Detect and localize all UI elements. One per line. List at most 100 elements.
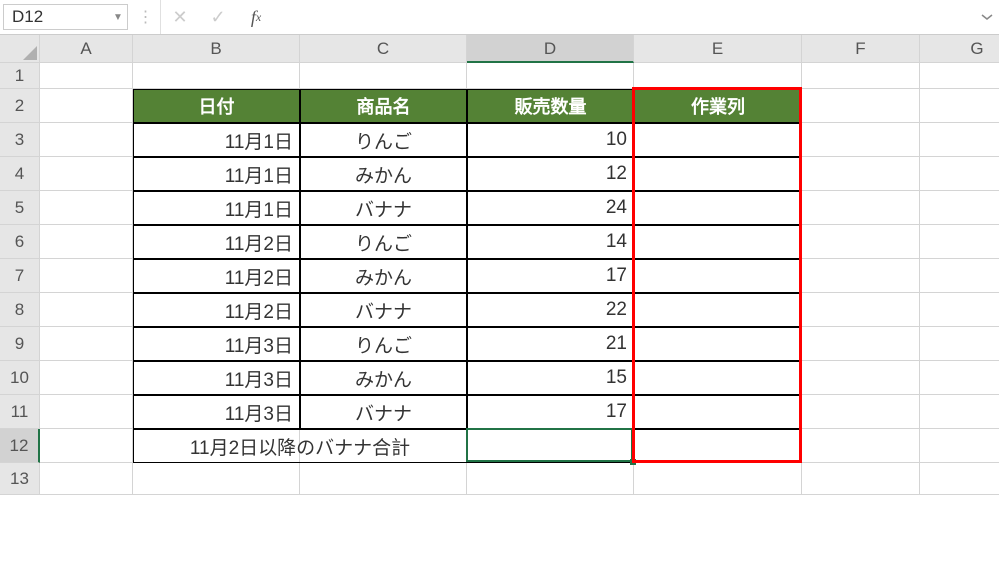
cell-product[interactable]: りんご <box>300 123 467 157</box>
row-header-10[interactable]: 10 <box>0 361 40 395</box>
cell[interactable] <box>920 123 999 157</box>
row-header-9[interactable]: 9 <box>0 327 40 361</box>
cell[interactable] <box>40 463 133 495</box>
cell-work[interactable] <box>634 327 802 361</box>
cell-date[interactable]: 11月2日 <box>133 225 300 259</box>
cell[interactable] <box>802 225 920 259</box>
cell[interactable] <box>467 463 634 495</box>
cell[interactable] <box>920 327 999 361</box>
cell-date[interactable]: 11月3日 <box>133 395 300 429</box>
cell[interactable] <box>40 293 133 327</box>
formula-input[interactable] <box>275 0 975 34</box>
cell[interactable] <box>802 293 920 327</box>
cell[interactable] <box>40 361 133 395</box>
cell-date[interactable]: 11月2日 <box>133 293 300 327</box>
fx-button[interactable]: fx <box>237 0 275 34</box>
name-box-container[interactable]: D12 ▼ <box>3 4 128 30</box>
column-header-g[interactable]: G <box>920 35 999 63</box>
row-header-12[interactable]: 12 <box>0 429 40 463</box>
cell[interactable] <box>40 63 133 89</box>
row-header-3[interactable]: 3 <box>0 123 40 157</box>
cell-qty[interactable]: 12 <box>467 157 634 191</box>
cell[interactable] <box>920 361 999 395</box>
cell-date[interactable]: 11月1日 <box>133 123 300 157</box>
table-header-product[interactable]: 商品名 <box>300 89 467 123</box>
column-header-b[interactable]: B <box>133 35 300 63</box>
cell[interactable] <box>920 157 999 191</box>
row-header-11[interactable]: 11 <box>0 395 40 429</box>
cell-product[interactable]: バナナ <box>300 395 467 429</box>
cell[interactable] <box>467 63 634 89</box>
cell[interactable] <box>920 63 999 89</box>
table-header-workcol[interactable]: 作業列 <box>634 89 802 123</box>
cell[interactable] <box>634 63 802 89</box>
cell-work[interactable] <box>634 191 802 225</box>
row-header-5[interactable]: 5 <box>0 191 40 225</box>
cell-date[interactable]: 11月3日 <box>133 361 300 395</box>
cell-product[interactable]: みかん <box>300 157 467 191</box>
cell[interactable] <box>40 259 133 293</box>
cell-qty[interactable]: 10 <box>467 123 634 157</box>
cell[interactable] <box>802 123 920 157</box>
summary-label[interactable]: 11月2日以降のバナナ合計 <box>133 429 467 463</box>
column-header-f[interactable]: F <box>802 35 920 63</box>
cell-product[interactable]: バナナ <box>300 191 467 225</box>
row-header-1[interactable]: 1 <box>0 63 40 89</box>
column-header-d[interactable]: D <box>467 35 634 63</box>
cell-qty[interactable]: 17 <box>467 259 634 293</box>
row-header-7[interactable]: 7 <box>0 259 40 293</box>
cells-area[interactable]: 日付商品名販売数量作業列11月1日りんご1011月1日みかん1211月1日バナナ… <box>40 63 999 495</box>
summary-value[interactable] <box>467 429 634 463</box>
cell-qty[interactable]: 24 <box>467 191 634 225</box>
name-box[interactable]: D12 <box>4 7 109 27</box>
cell-qty[interactable]: 21 <box>467 327 634 361</box>
row-header-4[interactable]: 4 <box>0 157 40 191</box>
cell-work[interactable] <box>634 157 802 191</box>
cell[interactable] <box>300 463 467 495</box>
cell[interactable] <box>920 429 999 463</box>
cell[interactable] <box>920 395 999 429</box>
column-header-e[interactable]: E <box>634 35 802 63</box>
cell-work[interactable] <box>634 395 802 429</box>
cell[interactable] <box>40 225 133 259</box>
cell[interactable] <box>634 463 802 495</box>
cell[interactable] <box>40 89 133 123</box>
row-header-6[interactable]: 6 <box>0 225 40 259</box>
row-header-2[interactable]: 2 <box>0 89 40 123</box>
cell[interactable] <box>802 191 920 225</box>
cell[interactable] <box>802 327 920 361</box>
column-header-a[interactable]: A <box>40 35 133 63</box>
cell[interactable] <box>40 123 133 157</box>
cell-work[interactable] <box>634 259 802 293</box>
cell-qty[interactable]: 15 <box>467 361 634 395</box>
cell[interactable] <box>40 327 133 361</box>
row-header-8[interactable]: 8 <box>0 293 40 327</box>
cell[interactable] <box>802 395 920 429</box>
cell-date[interactable]: 11月3日 <box>133 327 300 361</box>
cell-date[interactable]: 11月2日 <box>133 259 300 293</box>
cell-qty[interactable]: 17 <box>467 395 634 429</box>
cell[interactable] <box>40 429 133 463</box>
cell[interactable] <box>40 157 133 191</box>
cell-qty[interactable]: 22 <box>467 293 634 327</box>
cell[interactable] <box>802 89 920 123</box>
cell[interactable] <box>40 191 133 225</box>
cell-product[interactable]: バナナ <box>300 293 467 327</box>
select-all-corner[interactable] <box>0 35 40 63</box>
cell[interactable] <box>920 225 999 259</box>
cell[interactable] <box>802 463 920 495</box>
column-header-c[interactable]: C <box>300 35 467 63</box>
cell-work[interactable] <box>634 293 802 327</box>
name-box-dropdown-icon[interactable]: ▼ <box>109 12 127 23</box>
cell-qty[interactable]: 14 <box>467 225 634 259</box>
cell[interactable] <box>802 63 920 89</box>
expand-formula-bar-icon[interactable] <box>975 0 999 34</box>
cell[interactable] <box>133 63 300 89</box>
cell[interactable] <box>920 259 999 293</box>
cell[interactable] <box>802 157 920 191</box>
cell[interactable] <box>133 463 300 495</box>
cell-work[interactable] <box>634 123 802 157</box>
cell[interactable] <box>802 429 920 463</box>
cell-work[interactable] <box>634 361 802 395</box>
cell-work[interactable] <box>634 225 802 259</box>
